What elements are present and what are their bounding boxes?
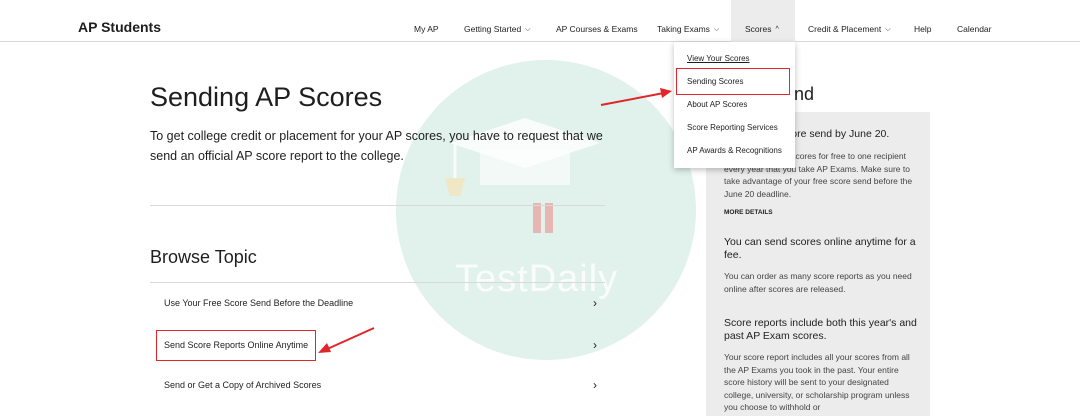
sidebar-section-body: Your score report includes all your scor…: [724, 352, 910, 412]
chevron-right-icon: ›: [593, 378, 597, 392]
sidebar-section-heading: Score reports include both this year's a…: [724, 317, 917, 342]
nav-credit-placement[interactable]: Credit & Placement ⌵: [808, 0, 891, 42]
send-online-highlight-box: [156, 330, 316, 361]
dropdown-item-ap-awards[interactable]: AP Awards & Recognitions: [687, 146, 782, 155]
browse-topic-heading: Browse Topic: [150, 247, 257, 267]
sidebar-section-heading: core send by June 20.: [786, 128, 890, 140]
more-details-link[interactable]: MORE DETAILS: [724, 209, 773, 216]
sending-scores-highlight-box: [676, 68, 790, 95]
topic-label: Send or Get a Copy of Archived Scores: [164, 380, 322, 390]
nav-getting-started[interactable]: Getting Started ⌵: [464, 0, 530, 42]
topic-archived-scores[interactable]: Send or Get a Copy of Archived Scores ›: [150, 365, 605, 405]
arrowhead-icon: [660, 88, 672, 98]
nav-help[interactable]: Help: [914, 0, 931, 42]
chevron-right-icon: ›: [593, 338, 597, 352]
dropdown-item-about-ap-scores[interactable]: About AP Scores: [687, 100, 747, 109]
dropdown-item-view-your-scores[interactable]: View Your Scores: [687, 54, 750, 63]
top-navigation-bar: AP Students My AP Getting Started ⌵ AP Co…: [0, 0, 1080, 42]
topic-label: Use Your Free Score Send Before the Dead…: [164, 298, 354, 308]
chevron-down-icon: ⌵: [525, 26, 531, 33]
nav-ap-courses-exams[interactable]: AP Courses & Exams: [556, 0, 638, 42]
nav-scores[interactable]: Scores ^: [731, 0, 795, 42]
brand-logo[interactable]: AP Students: [78, 19, 161, 35]
nav-my-ap[interactable]: My AP: [414, 0, 439, 42]
section-divider: [150, 205, 605, 206]
intro-text: To get college credit or placement for y…: [150, 129, 603, 163]
nav-taking-exams[interactable]: Taking Exams ⌵: [657, 0, 719, 42]
topic-free-score-send[interactable]: Use Your Free Score Send Before the Dead…: [150, 283, 605, 323]
nav-calendar[interactable]: Calendar: [957, 0, 992, 42]
chevron-down-icon: ⌵: [885, 26, 891, 33]
dropdown-item-score-reporting-services[interactable]: Score Reporting Services: [687, 123, 778, 132]
sidebar-section-heading: You can send scores online anytime for a…: [724, 236, 916, 261]
sidebar-section-body: You can order as many score reports as y…: [724, 271, 912, 294]
scores-dropdown-menu: View Your Scores Sending Scores About AP…: [674, 42, 795, 168]
page-title: Sending AP Scores: [150, 82, 383, 112]
chevron-right-icon: ›: [593, 296, 597, 310]
